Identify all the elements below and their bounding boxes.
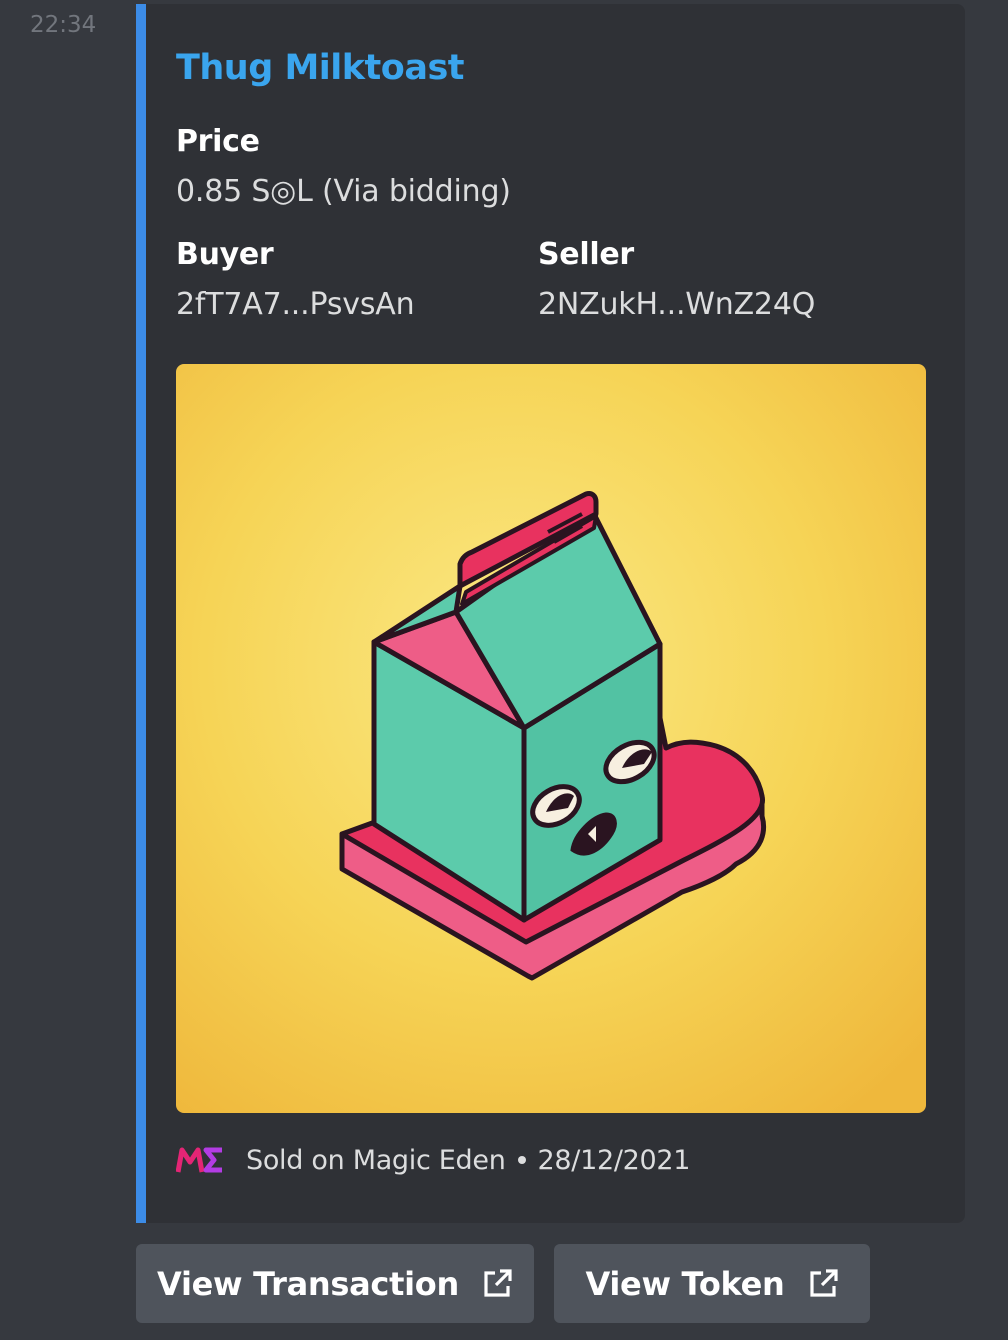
footer-separator <box>517 1156 526 1164</box>
sale-embed: Thug Milktoast Price 0.85 S◎L (Via biddi… <box>136 4 965 1223</box>
embed-footer: Sold on Magic Eden 28/12/2021 <box>176 1142 690 1178</box>
milk-carton-nft-image <box>176 364 926 1113</box>
external-link-icon <box>807 1268 839 1300</box>
seller-field-name: Seller <box>538 237 634 272</box>
nft-image[interactable] <box>176 364 926 1113</box>
magic-eden-logo-icon <box>176 1145 224 1175</box>
footer-text: Sold on Magic Eden <box>246 1144 506 1176</box>
footer-date: 28/12/2021 <box>537 1144 691 1176</box>
price-field-value: 0.85 S◎L (Via bidding) <box>176 174 511 209</box>
view-transaction-label: View Transaction <box>157 1264 459 1303</box>
view-token-label: View Token <box>585 1264 785 1303</box>
buyer-field-name: Buyer <box>176 237 274 272</box>
seller-field-value: 2NZukH...WnZ24Q <box>538 287 816 322</box>
embed-title: Thug Milktoast <box>176 48 465 88</box>
external-link-icon <box>481 1268 513 1300</box>
view-token-button[interactable]: View Token <box>554 1244 870 1323</box>
view-transaction-button[interactable]: View Transaction <box>136 1244 534 1323</box>
buyer-field-value: 2fT7A7...PsvsAn <box>176 287 415 322</box>
price-field-name: Price <box>176 124 260 159</box>
message-timestamp: 22:34 <box>30 12 97 38</box>
